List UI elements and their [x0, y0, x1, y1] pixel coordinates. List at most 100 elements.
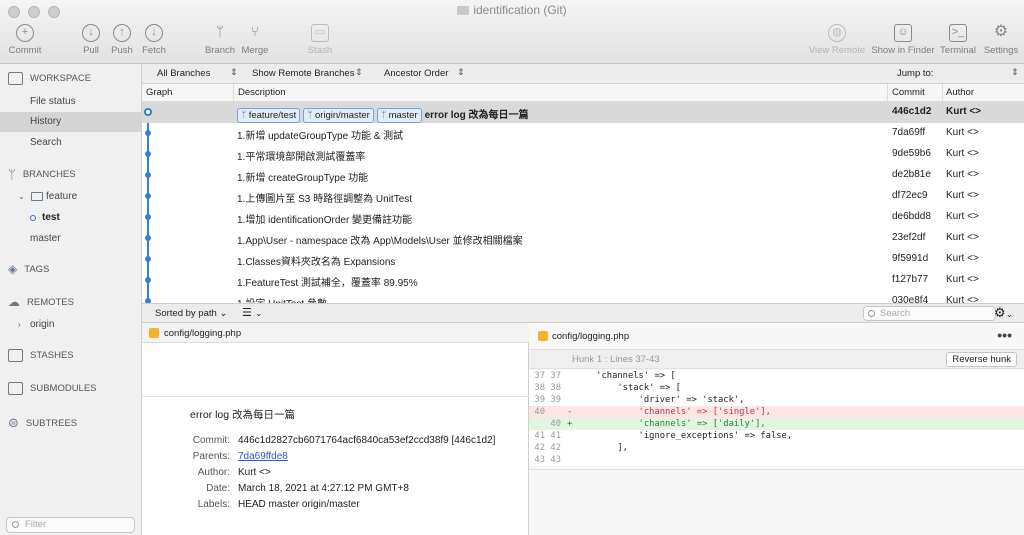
branch-icon: ᛘ: [307, 110, 313, 121]
stash-icon: [8, 349, 23, 362]
column-graph[interactable]: Graph: [146, 87, 172, 98]
column-divider: [942, 84, 943, 102]
commit-hash: de6bdd8: [892, 211, 931, 222]
table-row[interactable]: 1.新增 createGroupType 功能 de2b81e Kurt <>: [142, 165, 1024, 186]
finder-icon: ☺: [894, 24, 912, 42]
commit-description: 1.App\User - namespace 改為 App\Models\Use…: [237, 236, 523, 247]
merge-button[interactable]: ⑂ Merge: [230, 24, 280, 57]
table-header: Graph Description Commit Author: [142, 84, 1024, 102]
stash-button[interactable]: ▭ Stash: [295, 24, 345, 56]
options-dropdown[interactable]: ⚙⌄: [994, 305, 1013, 321]
file-search-input[interactable]: Search: [863, 306, 996, 321]
commit-hash: 9de59b6: [892, 148, 931, 159]
commit-button[interactable]: + Commit: [0, 24, 50, 56]
remote-branches-dropdown[interactable]: Show Remote Branches: [252, 68, 354, 79]
gear-icon: ⚙: [993, 23, 1009, 40]
jump-to-dropdown[interactable]: Jump to:: [897, 68, 933, 79]
commit-node: [145, 214, 151, 220]
table-row[interactable]: 1.FeatureTest 測試補全，覆蓋率 89.95% f127b77 Kurt…: [142, 270, 1024, 291]
column-description[interactable]: Description: [238, 87, 286, 98]
sort-dropdown[interactable]: Sorted by path ⌄: [155, 308, 227, 319]
file-list-item[interactable]: config/logging.php: [142, 323, 529, 343]
sidebar-section-remotes[interactable]: ☁ REMOTES: [8, 295, 74, 309]
diff-file-name: config/logging.php: [552, 331, 630, 342]
diff-line: 42 42 ],: [534, 443, 628, 453]
file-list-bar: Sorted by path ⌄ ☰ ⌄ Search ⚙⌄: [142, 303, 1024, 323]
column-divider: [887, 84, 888, 102]
commit-description: ᛘ feature/test ᛘ origin/master ᛘ master error …: [237, 106, 529, 123]
diff-line: 37 37 'channels' => [: [534, 371, 676, 381]
view-remote-button[interactable]: ◍ View Remote: [808, 24, 866, 56]
sidebar-section-submodules[interactable]: SUBMODULES: [8, 382, 97, 395]
branch-tag: ᛘ origin/master: [303, 108, 374, 123]
table-row[interactable]: 1.設定 UnitTest 參數 030e8f4 Kurt <>: [142, 291, 1024, 303]
fetch-button[interactable]: ↓ Fetch: [129, 24, 179, 56]
file-name: config/logging.php: [164, 328, 242, 339]
sidebar-item-master[interactable]: master: [0, 229, 142, 249]
commit-author: Kurt <>: [946, 253, 979, 264]
sidebar-item-origin[interactable]: › origin: [0, 315, 142, 335]
show-in-finder-button[interactable]: ☺ Show in Finder: [870, 24, 936, 56]
sidebar-item-test[interactable]: test: [0, 208, 142, 228]
commit-hash: df72ec9: [892, 190, 928, 201]
parent-link[interactable]: 7da69ffde8: [238, 451, 288, 462]
sidebar-item-search[interactable]: Search: [0, 133, 142, 153]
column-author[interactable]: Author: [946, 87, 974, 98]
gear-icon: ⚙: [994, 305, 1006, 320]
branches-dropdown[interactable]: All Branches: [157, 68, 210, 79]
toolbar: identification (Git) + Commit ↓ Pull ↑ Push…: [0, 0, 1024, 64]
sidebar-section-stashes[interactable]: STASHES: [8, 349, 74, 362]
search-icon: [868, 310, 875, 317]
commit-node: [145, 235, 151, 241]
sidebar-item-feature[interactable]: ⌄ feature: [0, 187, 142, 207]
commit-hash: 030e8f4: [892, 295, 929, 303]
diff-line: 38 38 'stack' => [: [534, 383, 681, 393]
list-icon: ☰: [242, 307, 252, 319]
sidebar-section-branches[interactable]: ᛘ BRANCHES: [8, 167, 76, 182]
commit-description: 1.增加 identificationOrder 變更備註功能: [237, 215, 413, 226]
diff-line: 43 43: [534, 455, 561, 465]
commit-author: Kurt <>: [946, 211, 979, 222]
chevron-down-icon: ⌄: [1005, 309, 1014, 319]
commit-hash: 7da69ff: [892, 127, 926, 138]
tag-icon: ◈: [8, 262, 18, 276]
sidebar-item-file-status[interactable]: File status: [0, 92, 142, 112]
commit-description: 1.Classes資料夾改名為 Expansions: [237, 257, 396, 268]
diff-header: config/logging.php •••: [529, 323, 1024, 349]
branch-icon: ᛘ: [241, 110, 247, 121]
sidebar: WORKSPACE File status History Search ᛘ BR…: [0, 64, 142, 535]
sidebar-section-workspace[interactable]: WORKSPACE: [8, 72, 91, 85]
commit-description: 1.設定 UnitTest 參數: [237, 295, 327, 303]
order-dropdown[interactable]: Ancestor Order: [384, 68, 448, 79]
more-options-icon[interactable]: •••: [997, 327, 1012, 343]
branch-icon: ᛘ: [215, 23, 225, 39]
table-row[interactable]: 1.上傳圖片至 S3 時路徑調整為 UnitTest df72ec9 Kurt <>: [142, 186, 1024, 207]
folder-icon: [31, 192, 43, 201]
commit-info: error log 改為每日一篇 Commit: 446c1d2827cb6071…: [142, 396, 529, 535]
table-row[interactable]: ᛘ feature/test ᛘ origin/master ᛘ master error …: [142, 102, 1024, 123]
settings-button[interactable]: ⚙ Settings: [980, 23, 1022, 57]
column-commit[interactable]: Commit: [892, 87, 925, 98]
commit-author: Kurt <>: [946, 169, 979, 180]
table-row[interactable]: 1.增加 identificationOrder 變更備註功能 de6bdd8 Ku…: [142, 207, 1024, 228]
diff-empty-area: [529, 469, 1024, 535]
commit-author: Kurt <>: [946, 295, 979, 303]
table-row[interactable]: 1.App\User - namespace 改為 App\Models\Use…: [142, 228, 1024, 249]
sidebar-filter-input[interactable]: Filter: [6, 517, 135, 533]
commit-description: 1.上傳圖片至 S3 時路徑調整為 UnitTest: [237, 194, 413, 205]
terminal-button[interactable]: >_ Terminal: [936, 24, 980, 56]
table-row[interactable]: 1.平常環境部開啟測試覆蓋率 9de59b6 Kurt <>: [142, 144, 1024, 165]
stash-icon: ▭: [311, 24, 329, 42]
table-row[interactable]: 1.新增 updateGroupType 功能 & 測試 7da69ff Kurt …: [142, 123, 1024, 144]
sidebar-section-subtrees[interactable]: ⊜ SUBTREES: [8, 415, 77, 431]
reverse-hunk-button[interactable]: Reverse hunk: [946, 352, 1017, 367]
sidebar-section-tags[interactable]: ◈ TAGS: [8, 262, 49, 276]
sidebar-item-history[interactable]: History: [0, 112, 142, 132]
current-branch-icon: [30, 215, 36, 221]
diff-code: 37 37 'channels' => [ 38 38 'stack' => [ 3…: [529, 370, 1024, 466]
updown-icon: ⇕: [1011, 67, 1019, 77]
list-view-dropdown[interactable]: ☰ ⌄: [242, 306, 262, 319]
table-row[interactable]: 1.Classes資料夾改名為 Expansions 9f5991d Kurt <>: [142, 249, 1024, 270]
column-divider: [233, 84, 234, 102]
modified-file-icon: [538, 331, 548, 341]
